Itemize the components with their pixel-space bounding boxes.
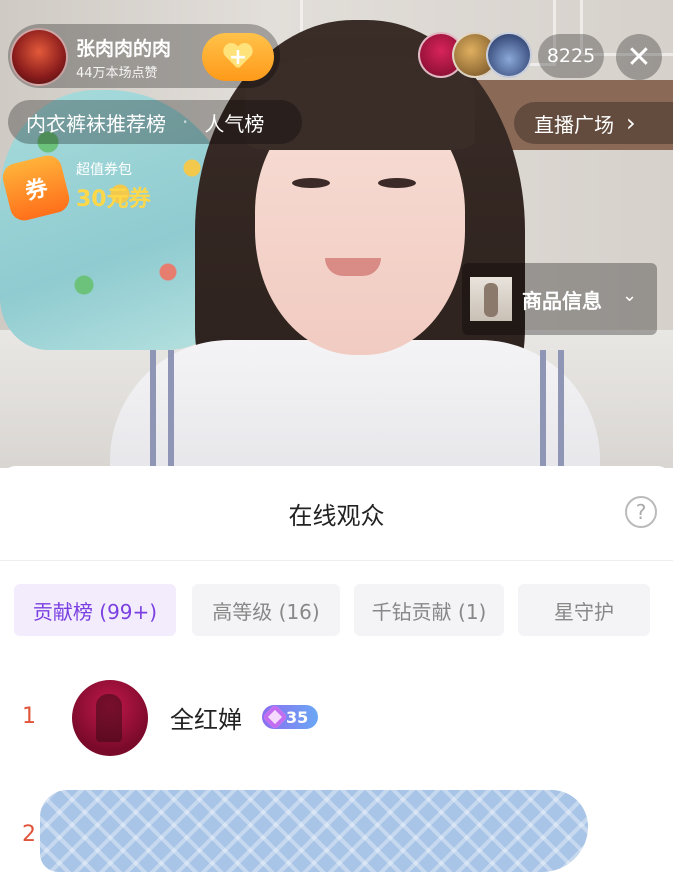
chevron-down-icon: ⌄ [622,285,638,306]
close-icon: ✕ [626,39,652,75]
live-plaza-button[interactable]: 直播广场 › [514,102,673,144]
level-badge: 35 [262,704,318,730]
popularity-rank-label: 人气榜 [204,111,265,136]
coupon-subtitle: 超值券包 [76,162,132,178]
shirt-stripe [150,350,156,468]
rank-number: 1 [22,704,36,729]
streamer-body [110,340,600,468]
coupon-value: 30元券 [76,187,151,212]
plus-icon: + [228,44,248,70]
rank-number: 2 [22,822,36,847]
rank-pill[interactable]: 内衣裤袜推荐榜 · 人气榜 [8,100,302,144]
level-number: 35 [286,707,309,727]
divider [0,560,673,561]
tab-star-guardian[interactable]: 星守护 [518,584,650,636]
shirt-stripe [168,350,174,468]
follow-button[interactable]: + [202,33,274,81]
viewer-count[interactable]: 8225 [538,34,604,78]
streamer-eye [378,178,416,188]
sheet-title: 在线观众 [288,502,385,530]
host-likes: 44万本场点赞 [76,66,158,81]
tab-contribution[interactable]: 贡献榜 (99+) [14,584,176,636]
chevron-right-icon: › [626,109,636,137]
help-icon[interactable]: ? [625,496,657,528]
product-info-label: 商品信息 [522,289,602,313]
tab-diamond-contribution[interactable]: 千钻贡献 (1) [354,584,504,636]
shirt-stripe [558,350,564,468]
coupon-icon: 券 [0,152,73,224]
close-button[interactable]: ✕ [616,34,662,80]
product-thumbnail [470,277,512,321]
gem-icon [262,704,288,730]
host-name: 张肉肉的肉 [76,38,172,60]
avatar[interactable] [72,680,148,756]
top-viewer-avatar[interactable] [486,32,532,78]
streamer-eye [292,178,330,188]
host-avatar[interactable] [10,28,68,86]
redacted-row-overlay [40,790,588,872]
category-rank-label: 内衣裤袜推荐榜 [26,111,166,136]
tab-high-level[interactable]: 高等级 (16) [192,584,340,636]
shirt-stripe [540,350,546,468]
product-info-button[interactable]: 商品信息 ⌄ [462,263,657,335]
viewer-name[interactable]: 全红婵 [170,700,242,735]
rank-separator: · [182,110,189,134]
coupon-pack[interactable]: 券 超值券包 30元券 [0,152,196,224]
live-plaza-label: 直播广场 [534,112,614,137]
